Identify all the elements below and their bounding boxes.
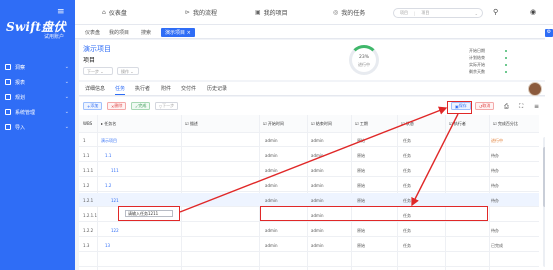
- arrow-to-save: [179, 106, 448, 213]
- arrow-to-row: [411, 113, 459, 207]
- gear-icon[interactable]: ⚙: [545, 29, 553, 37]
- annotation-arrows: [179, 106, 459, 213]
- right-toolbar: ⚙: [545, 25, 553, 270]
